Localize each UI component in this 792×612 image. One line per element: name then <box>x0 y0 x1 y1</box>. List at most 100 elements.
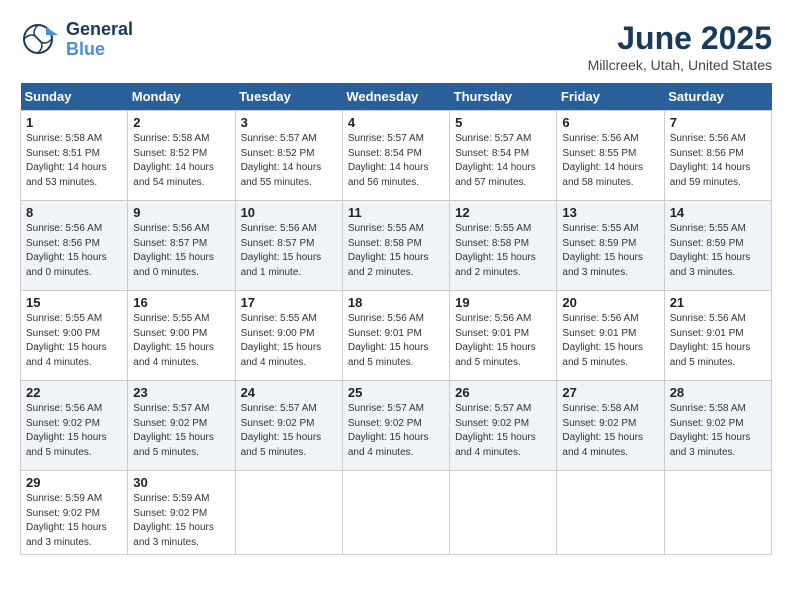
sunrise-text: Sunrise: 5:57 AM <box>133 403 209 414</box>
day-number: 30 <box>133 475 229 490</box>
table-row <box>450 471 557 555</box>
day-info: Sunrise: 5:59 AM Sunset: 9:02 PM Dayligh… <box>133 492 229 550</box>
daylight-text: Daylight: 15 hours and 0 minutes. <box>133 252 214 278</box>
day-info: Sunrise: 5:56 AM Sunset: 9:01 PM Dayligh… <box>670 312 766 370</box>
sunset-text: Sunset: 8:55 PM <box>562 148 636 159</box>
day-number: 9 <box>133 205 229 220</box>
col-tuesday: Tuesday <box>235 83 342 111</box>
sunrise-text: Sunrise: 5:55 AM <box>455 223 531 234</box>
day-info: Sunrise: 5:55 AM Sunset: 8:58 PM Dayligh… <box>455 222 551 280</box>
sunset-text: Sunset: 8:54 PM <box>455 148 529 159</box>
sunrise-text: Sunrise: 5:57 AM <box>455 403 531 414</box>
day-info: Sunrise: 5:57 AM Sunset: 8:52 PM Dayligh… <box>241 132 337 190</box>
sunset-text: Sunset: 8:58 PM <box>348 238 422 249</box>
sunset-text: Sunset: 8:54 PM <box>348 148 422 159</box>
calendar-week-row: 8 Sunrise: 5:56 AM Sunset: 8:56 PM Dayli… <box>21 201 772 291</box>
sunset-text: Sunset: 9:02 PM <box>241 418 315 429</box>
day-info: Sunrise: 5:59 AM Sunset: 9:02 PM Dayligh… <box>26 492 122 550</box>
sunrise-text: Sunrise: 5:57 AM <box>348 403 424 414</box>
sunset-text: Sunset: 9:01 PM <box>670 328 744 339</box>
day-number: 16 <box>133 295 229 310</box>
sunset-text: Sunset: 9:00 PM <box>26 328 100 339</box>
day-number: 7 <box>670 115 766 130</box>
sunrise-text: Sunrise: 5:58 AM <box>133 133 209 144</box>
sunrise-text: Sunrise: 5:59 AM <box>26 493 102 504</box>
day-info: Sunrise: 5:57 AM Sunset: 8:54 PM Dayligh… <box>348 132 444 190</box>
sunset-text: Sunset: 8:56 PM <box>26 238 100 249</box>
day-info: Sunrise: 5:56 AM Sunset: 9:01 PM Dayligh… <box>455 312 551 370</box>
day-number: 4 <box>348 115 444 130</box>
daylight-text: Daylight: 15 hours and 3 minutes. <box>562 252 643 278</box>
sunrise-text: Sunrise: 5:57 AM <box>241 133 317 144</box>
day-info: Sunrise: 5:55 AM Sunset: 9:00 PM Dayligh… <box>241 312 337 370</box>
logo-blue-text: Blue <box>66 40 133 60</box>
day-number: 10 <box>241 205 337 220</box>
day-number: 19 <box>455 295 551 310</box>
daylight-text: Daylight: 15 hours and 4 minutes. <box>455 432 536 458</box>
day-info: Sunrise: 5:56 AM Sunset: 8:56 PM Dayligh… <box>26 222 122 280</box>
day-number: 12 <box>455 205 551 220</box>
daylight-text: Daylight: 15 hours and 5 minutes. <box>455 342 536 368</box>
sunrise-text: Sunrise: 5:55 AM <box>348 223 424 234</box>
table-row: 22 Sunrise: 5:56 AM Sunset: 9:02 PM Dayl… <box>21 381 128 471</box>
calendar-week-row: 15 Sunrise: 5:55 AM Sunset: 9:00 PM Dayl… <box>21 291 772 381</box>
sunrise-text: Sunrise: 5:56 AM <box>562 133 638 144</box>
sunset-text: Sunset: 8:52 PM <box>241 148 315 159</box>
day-number: 15 <box>26 295 122 310</box>
table-row: 27 Sunrise: 5:58 AM Sunset: 9:02 PM Dayl… <box>557 381 664 471</box>
calendar-week-row: 22 Sunrise: 5:56 AM Sunset: 9:02 PM Dayl… <box>21 381 772 471</box>
daylight-text: Daylight: 14 hours and 53 minutes. <box>26 162 107 188</box>
day-info: Sunrise: 5:55 AM Sunset: 8:58 PM Dayligh… <box>348 222 444 280</box>
sunrise-text: Sunrise: 5:58 AM <box>26 133 102 144</box>
sunrise-text: Sunrise: 5:57 AM <box>241 403 317 414</box>
table-row: 1 Sunrise: 5:58 AM Sunset: 8:51 PM Dayli… <box>21 111 128 201</box>
table-row: 14 Sunrise: 5:55 AM Sunset: 8:59 PM Dayl… <box>664 201 771 291</box>
table-row: 26 Sunrise: 5:57 AM Sunset: 9:02 PM Dayl… <box>450 381 557 471</box>
logo-icon <box>20 21 60 59</box>
table-row: 10 Sunrise: 5:56 AM Sunset: 8:57 PM Dayl… <box>235 201 342 291</box>
sunset-text: Sunset: 9:02 PM <box>670 418 744 429</box>
calendar-week-row: 29 Sunrise: 5:59 AM Sunset: 9:02 PM Dayl… <box>21 471 772 555</box>
daylight-text: Daylight: 14 hours and 55 minutes. <box>241 162 322 188</box>
sunset-text: Sunset: 9:01 PM <box>348 328 422 339</box>
day-number: 13 <box>562 205 658 220</box>
sunset-text: Sunset: 8:59 PM <box>562 238 636 249</box>
sunset-text: Sunset: 8:56 PM <box>670 148 744 159</box>
table-row: 25 Sunrise: 5:57 AM Sunset: 9:02 PM Dayl… <box>342 381 449 471</box>
calendar-table: Sunday Monday Tuesday Wednesday Thursday… <box>20 83 772 555</box>
table-row: 21 Sunrise: 5:56 AM Sunset: 9:01 PM Dayl… <box>664 291 771 381</box>
day-info: Sunrise: 5:55 AM Sunset: 8:59 PM Dayligh… <box>670 222 766 280</box>
table-row: 9 Sunrise: 5:56 AM Sunset: 8:57 PM Dayli… <box>128 201 235 291</box>
day-info: Sunrise: 5:58 AM Sunset: 8:52 PM Dayligh… <box>133 132 229 190</box>
table-row <box>664 471 771 555</box>
table-row: 13 Sunrise: 5:55 AM Sunset: 8:59 PM Dayl… <box>557 201 664 291</box>
day-number: 11 <box>348 205 444 220</box>
sunset-text: Sunset: 8:57 PM <box>133 238 207 249</box>
sunrise-text: Sunrise: 5:56 AM <box>348 313 424 324</box>
sunrise-text: Sunrise: 5:56 AM <box>455 313 531 324</box>
day-info: Sunrise: 5:56 AM Sunset: 9:02 PM Dayligh… <box>26 402 122 460</box>
table-row: 15 Sunrise: 5:55 AM Sunset: 9:00 PM Dayl… <box>21 291 128 381</box>
table-row: 19 Sunrise: 5:56 AM Sunset: 9:01 PM Dayl… <box>450 291 557 381</box>
table-row: 11 Sunrise: 5:55 AM Sunset: 8:58 PM Dayl… <box>342 201 449 291</box>
day-number: 20 <box>562 295 658 310</box>
sunrise-text: Sunrise: 5:56 AM <box>670 133 746 144</box>
table-row: 3 Sunrise: 5:57 AM Sunset: 8:52 PM Dayli… <box>235 111 342 201</box>
day-number: 24 <box>241 385 337 400</box>
sunset-text: Sunset: 9:02 PM <box>455 418 529 429</box>
day-number: 29 <box>26 475 122 490</box>
sunrise-text: Sunrise: 5:59 AM <box>133 493 209 504</box>
daylight-text: Daylight: 15 hours and 4 minutes. <box>26 342 107 368</box>
day-info: Sunrise: 5:58 AM Sunset: 8:51 PM Dayligh… <box>26 132 122 190</box>
sunset-text: Sunset: 9:00 PM <box>133 328 207 339</box>
col-friday: Friday <box>557 83 664 111</box>
col-saturday: Saturday <box>664 83 771 111</box>
sunrise-text: Sunrise: 5:55 AM <box>133 313 209 324</box>
day-info: Sunrise: 5:58 AM Sunset: 9:02 PM Dayligh… <box>562 402 658 460</box>
daylight-text: Daylight: 15 hours and 3 minutes. <box>133 522 214 548</box>
day-number: 21 <box>670 295 766 310</box>
sunrise-text: Sunrise: 5:57 AM <box>348 133 424 144</box>
day-info: Sunrise: 5:55 AM Sunset: 9:00 PM Dayligh… <box>133 312 229 370</box>
day-number: 28 <box>670 385 766 400</box>
sunrise-text: Sunrise: 5:58 AM <box>670 403 746 414</box>
